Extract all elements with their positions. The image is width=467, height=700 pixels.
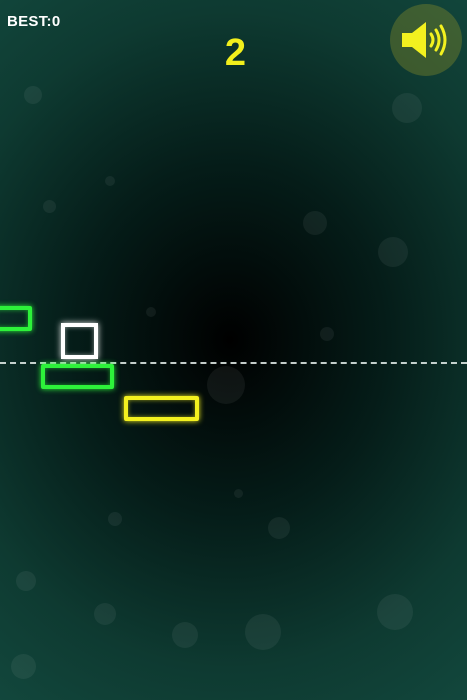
background-bubble xyxy=(146,307,156,317)
background-bubble xyxy=(105,176,115,186)
background-bubble xyxy=(172,622,198,648)
green-platform xyxy=(41,364,114,389)
background-bubble xyxy=(268,517,290,539)
background-bubble xyxy=(245,614,281,650)
background-bubble xyxy=(108,512,122,526)
green-platform xyxy=(0,306,32,331)
background-bubble xyxy=(320,327,334,341)
background-bubble xyxy=(392,93,422,123)
best-score-label: BEST:0 xyxy=(7,13,61,30)
speaker-volume-icon xyxy=(402,22,447,58)
yellow-platform xyxy=(124,396,199,421)
sound-toggle-button[interactable] xyxy=(390,4,462,76)
background-bubble xyxy=(234,489,243,498)
background-bubble xyxy=(378,237,408,267)
game-canvas[interactable]: BEST:0 2 xyxy=(0,0,467,700)
background-bubble xyxy=(43,200,56,213)
background-bubble xyxy=(24,86,42,104)
background-bubble xyxy=(16,571,36,591)
background-bubble xyxy=(207,366,245,404)
background-bubble xyxy=(94,603,116,625)
background-bubble xyxy=(303,211,327,235)
background-bubble xyxy=(11,654,36,679)
player-square xyxy=(61,323,98,359)
background-bubble xyxy=(377,594,413,630)
